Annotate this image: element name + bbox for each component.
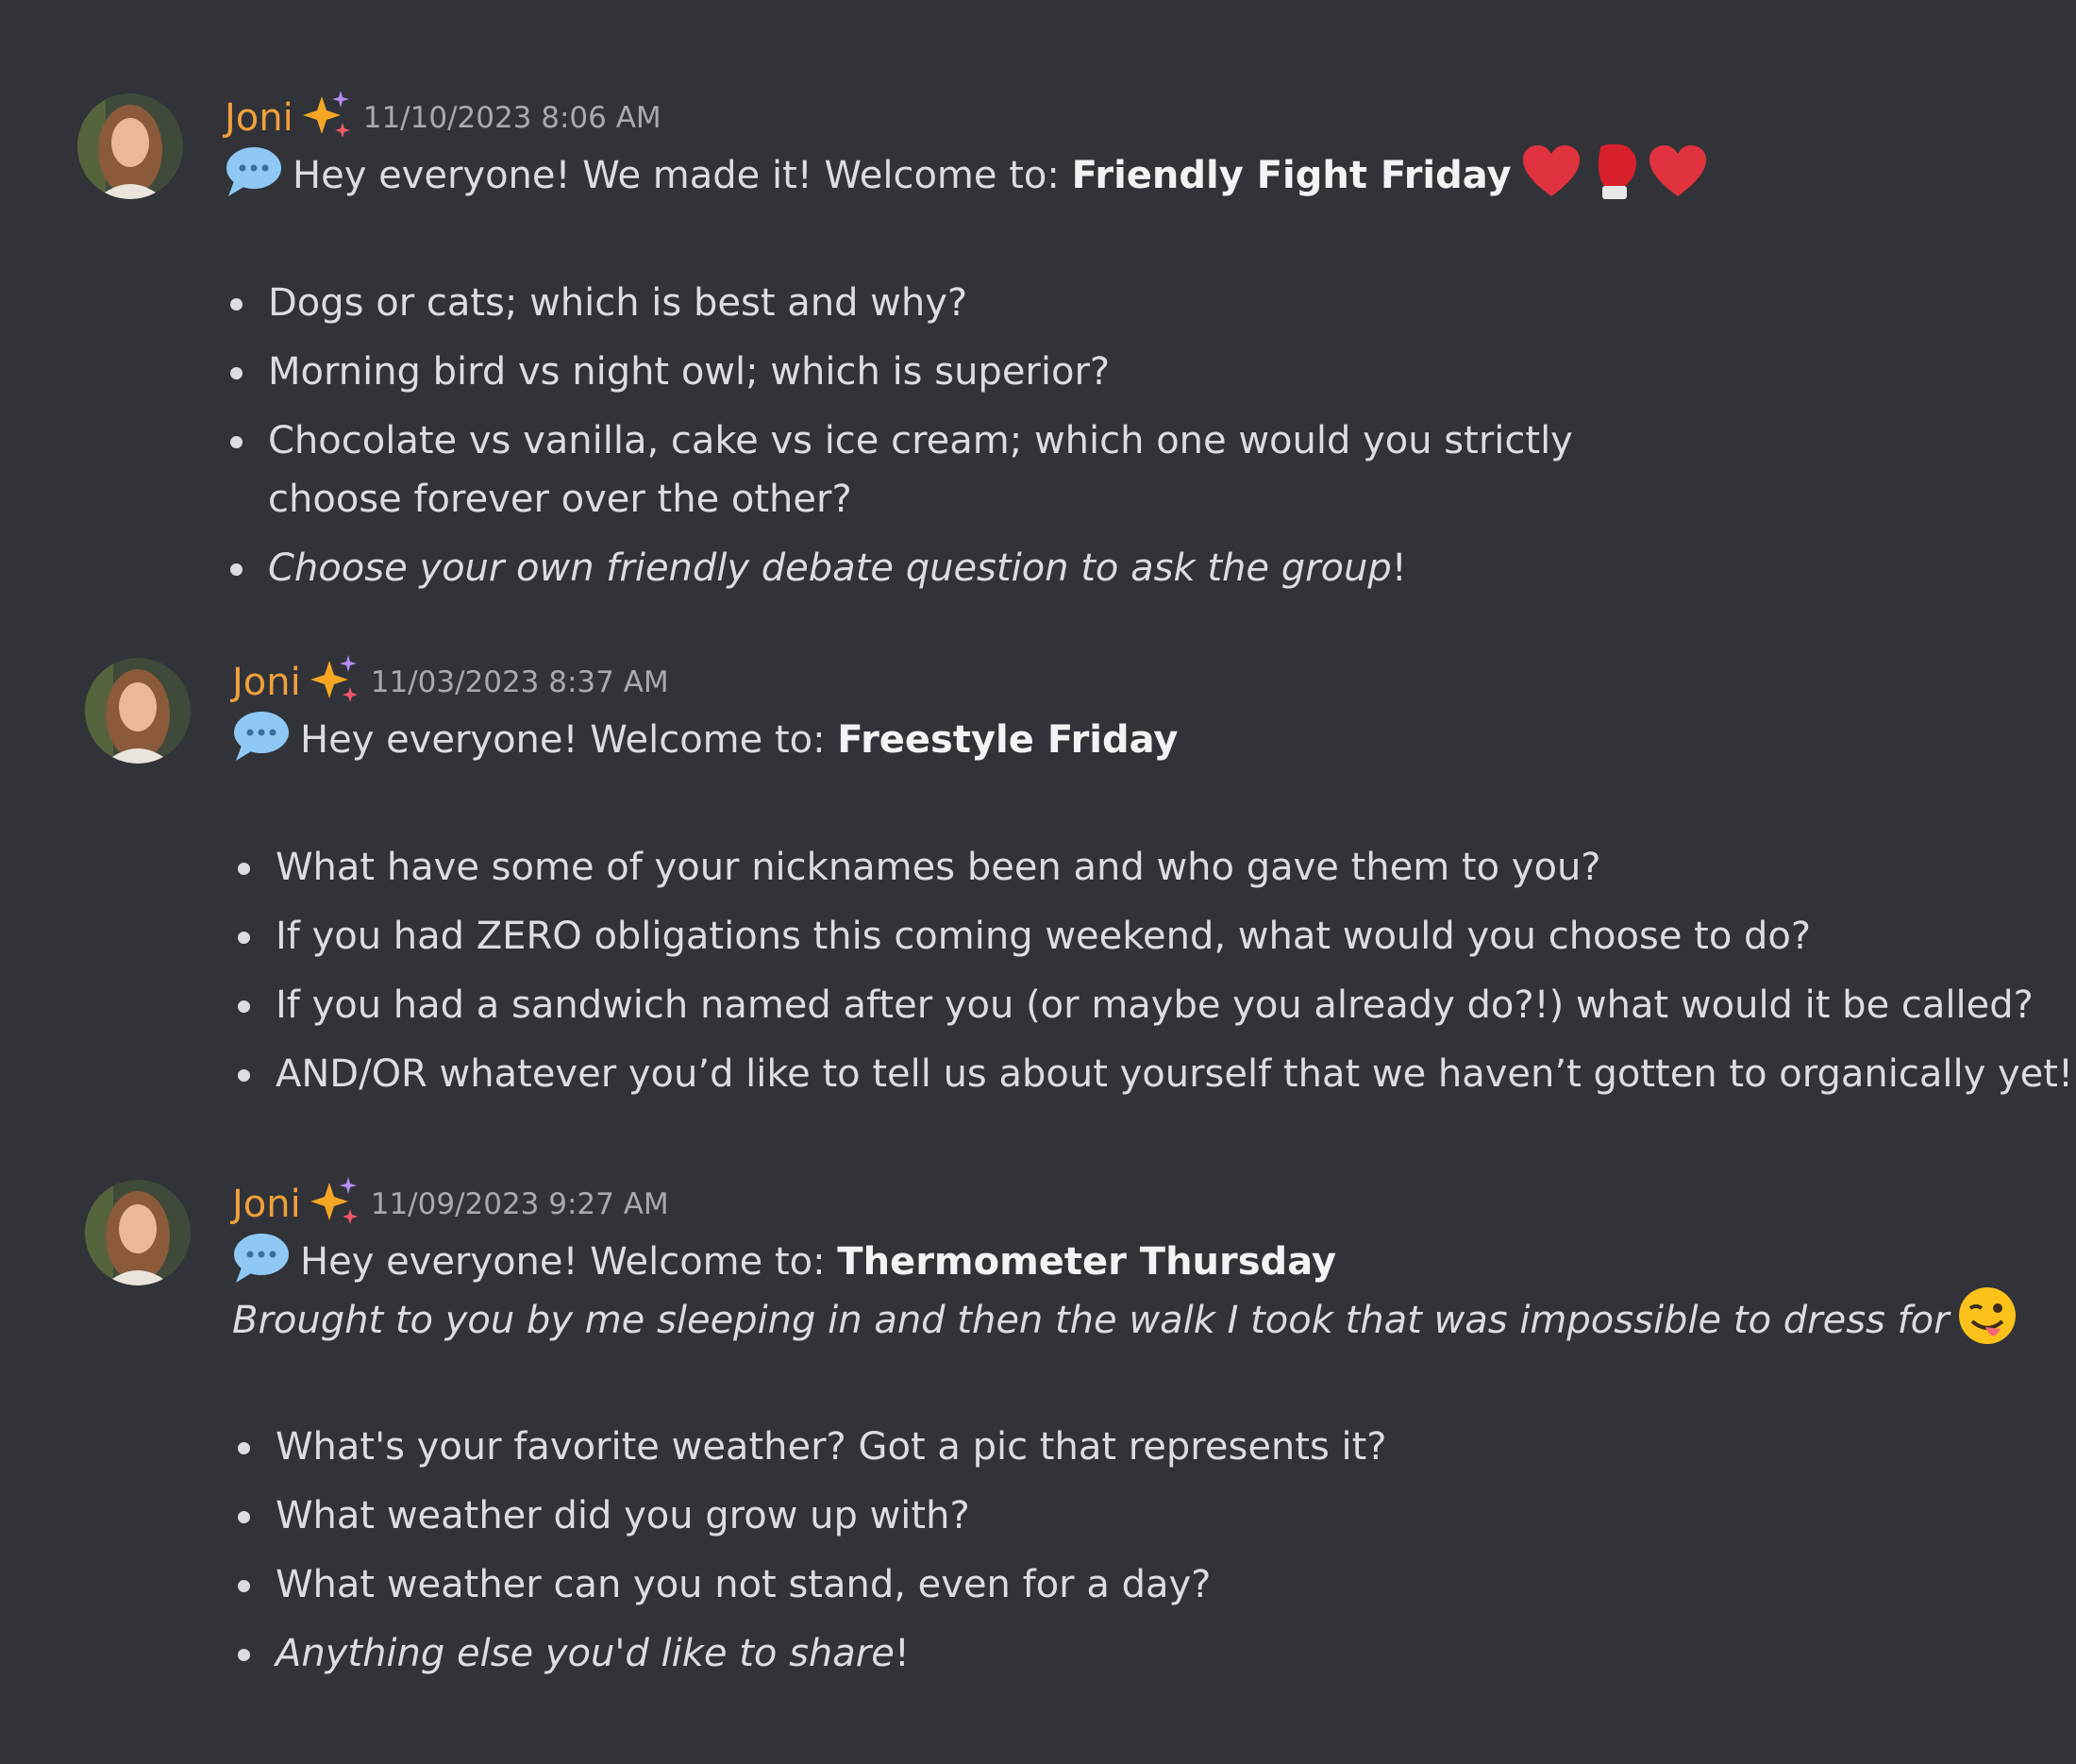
list-item: Morning bird vs night owl; which is supe… bbox=[226, 343, 1674, 401]
username[interactable]: Joni bbox=[232, 661, 301, 704]
message-title: Freestyle Friday bbox=[837, 718, 1179, 762]
list-item: Choose your own friendly debate question… bbox=[226, 539, 1674, 597]
message-subtitle: Brought to you by me sleeping in and the… bbox=[232, 1299, 1950, 1342]
speech-balloon-icon bbox=[232, 1230, 291, 1294]
heart-icon bbox=[1521, 143, 1582, 208]
winking-tongue-face-icon bbox=[1957, 1285, 2017, 1355]
message-intro: Hey everyone! We made it! Welcome to: bbox=[293, 154, 1072, 197]
sparkle-icon bbox=[301, 89, 356, 147]
list-item: AND/OR whatever you’d like to tell us ab… bbox=[234, 1045, 2073, 1103]
username[interactable]: Joni bbox=[232, 1183, 301, 1226]
list-item: What have some of your nicknames been an… bbox=[234, 838, 2073, 897]
question-list: What's your favorite weather? Got a pic … bbox=[234, 1418, 1387, 1693]
speech-balloon-icon bbox=[225, 143, 283, 208]
sparkle-icon bbox=[309, 653, 363, 712]
timestamp: 11/09/2023 9:27 AM bbox=[370, 1187, 669, 1221]
avatar[interactable] bbox=[77, 93, 183, 199]
italic-text: Anything else you'd like to share bbox=[276, 1632, 895, 1675]
question-list: What have some of your nicknames been an… bbox=[234, 838, 2073, 1114]
boxing-glove-icon bbox=[1587, 141, 1642, 210]
list-item: Dogs or cats; which is best and why? bbox=[226, 274, 1674, 332]
message-intro: Hey everyone! Welcome to: bbox=[300, 1240, 838, 1284]
username[interactable]: Joni bbox=[225, 96, 293, 140]
timestamp: 11/03/2023 8:37 AM bbox=[370, 665, 669, 699]
message-intro: Hey everyone! Welcome to: bbox=[300, 718, 838, 762]
list-item: If you had a sandwich named after you (o… bbox=[234, 976, 2073, 1034]
italic-text: Choose your own friendly debate question… bbox=[268, 546, 1392, 590]
text-tail: ! bbox=[1391, 546, 1407, 590]
list-item: What's your favorite weather? Got a pic … bbox=[234, 1418, 1387, 1476]
message-title: Thermometer Thursday bbox=[837, 1240, 1337, 1284]
timestamp: 11/10/2023 8:06 AM bbox=[362, 101, 661, 135]
sparkle-icon bbox=[309, 1175, 363, 1234]
list-item: What weather did you grow up with? bbox=[234, 1487, 1387, 1545]
list-item: If you had ZERO obligations this coming … bbox=[234, 907, 2073, 966]
heart-icon bbox=[1648, 143, 1708, 208]
list-item: What weather can you not stand, even for… bbox=[234, 1555, 1387, 1614]
question-list: Dogs or cats; which is best and why? Mor… bbox=[226, 274, 1674, 608]
list-item: Anything else you'd like to share! bbox=[234, 1624, 1387, 1683]
avatar[interactable] bbox=[85, 1180, 191, 1285]
list-item: Chocolate vs vanilla, cake vs ice cream;… bbox=[226, 412, 1674, 529]
text-tail: ! bbox=[894, 1632, 910, 1675]
avatar[interactable] bbox=[85, 658, 191, 764]
message-title: Friendly Fight Friday bbox=[1071, 154, 1512, 197]
speech-balloon-icon bbox=[232, 708, 291, 772]
